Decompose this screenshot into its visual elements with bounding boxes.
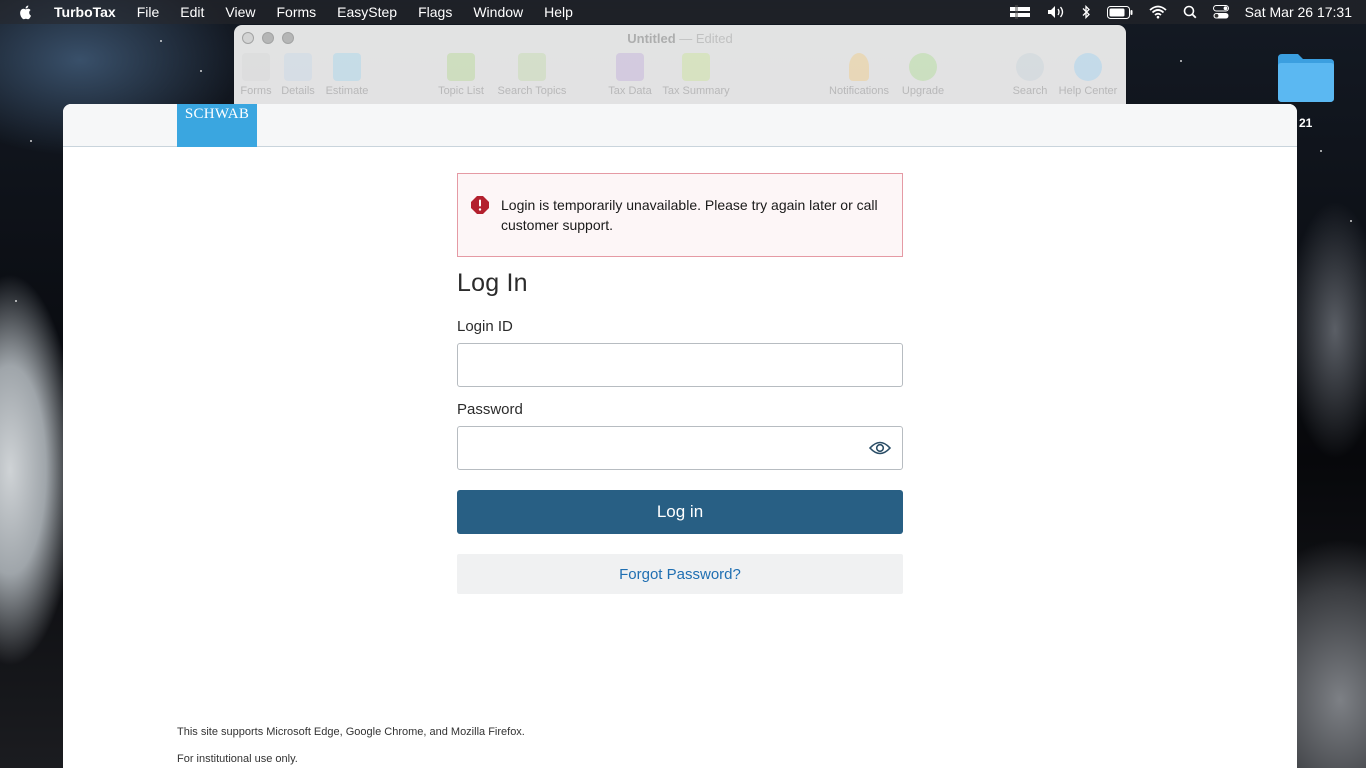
menu-forms[interactable]: Forms	[276, 4, 316, 20]
turbotax-window: Untitled — Edited Forms Details Estimate…	[234, 25, 1126, 115]
toolbar-search-topics[interactable]: Search Topics	[497, 53, 567, 97]
bluetooth-icon[interactable]	[1081, 5, 1091, 19]
menu-window[interactable]: Window	[473, 4, 523, 20]
menu-easystep[interactable]: EasyStep	[337, 4, 397, 20]
wifi-icon[interactable]	[1149, 5, 1167, 19]
page-title: Log In	[457, 269, 528, 297]
estimate-icon	[333, 53, 361, 81]
toolbar-notifications[interactable]: Notifications	[824, 53, 894, 97]
apple-icon[interactable]	[18, 4, 34, 20]
error-icon	[471, 196, 489, 214]
login-page-window: SCHWAB Login is temporarily unavailable.…	[63, 104, 1297, 768]
toolbar-tax-summary[interactable]: Tax Summary	[661, 53, 731, 97]
volume-icon[interactable]	[1047, 5, 1065, 19]
schwab-logo[interactable]: SCHWAB	[177, 104, 257, 147]
tax-summary-icon	[682, 53, 710, 81]
menu-app-turbotax[interactable]: TurboTax	[54, 4, 116, 20]
control-center-icon[interactable]	[1212, 5, 1229, 19]
menu-clock[interactable]: Sat Mar 26 17:31	[1245, 4, 1352, 20]
battery-icon[interactable]	[1106, 5, 1133, 19]
folder-icon[interactable]	[1276, 50, 1336, 104]
password-label: Password	[457, 401, 523, 418]
login-id-field-wrapper	[457, 343, 903, 387]
forgot-password-button[interactable]: Forgot Password?	[457, 554, 903, 594]
menu-edit[interactable]: Edit	[180, 4, 204, 20]
login-form: Login is temporarily unavailable. Please…	[457, 173, 903, 594]
toolbar-estimate[interactable]: Estimate	[312, 53, 382, 97]
footer-browser-support: This site supports Microsoft Edge, Googl…	[177, 726, 525, 738]
window-title: Untitled — Edited	[627, 31, 733, 46]
search-icon	[1016, 53, 1044, 81]
page-header: SCHWAB	[63, 104, 1297, 147]
menu-bar: TurboTax File Edit View Forms EasyStep F…	[0, 0, 1366, 24]
footer-institutional: For institutional use only.	[177, 753, 298, 765]
password-field-wrapper	[457, 426, 903, 470]
alert-message: Login is temporarily unavailable. Please…	[501, 197, 878, 233]
toolbar-upgrade[interactable]: Upgrade	[888, 53, 958, 97]
turbotax-toolbar: Forms Details Estimate Topic List Search…	[234, 53, 1126, 103]
toolbar-help-center[interactable]: Help Center	[1053, 53, 1123, 97]
bell-icon	[849, 53, 869, 81]
error-alert: Login is temporarily unavailable. Please…	[457, 173, 903, 257]
search-topics-icon	[518, 53, 546, 81]
toolbar-tax-data[interactable]: Tax Data	[595, 53, 665, 97]
menu-extra-icon[interactable]	[1009, 5, 1031, 19]
show-password-eye-icon[interactable]	[869, 439, 891, 457]
password-input[interactable]	[458, 427, 902, 469]
toolbar-topic-list[interactable]: Topic List	[426, 53, 496, 97]
menu-help[interactable]: Help	[544, 4, 573, 20]
tax-data-icon	[616, 53, 644, 81]
spotlight-icon[interactable]	[1183, 5, 1197, 19]
menu-flags[interactable]: Flags	[418, 4, 452, 20]
menu-view[interactable]: View	[225, 4, 255, 20]
login-id-label: Login ID	[457, 318, 513, 335]
menu-file[interactable]: File	[137, 4, 160, 20]
folder-label: 21	[1299, 116, 1313, 130]
topic-list-icon	[447, 53, 475, 81]
help-icon	[1074, 53, 1102, 81]
upgrade-icon	[909, 53, 937, 81]
details-icon	[284, 53, 312, 81]
login-button[interactable]: Log in	[457, 490, 903, 534]
login-id-input[interactable]	[458, 344, 902, 386]
